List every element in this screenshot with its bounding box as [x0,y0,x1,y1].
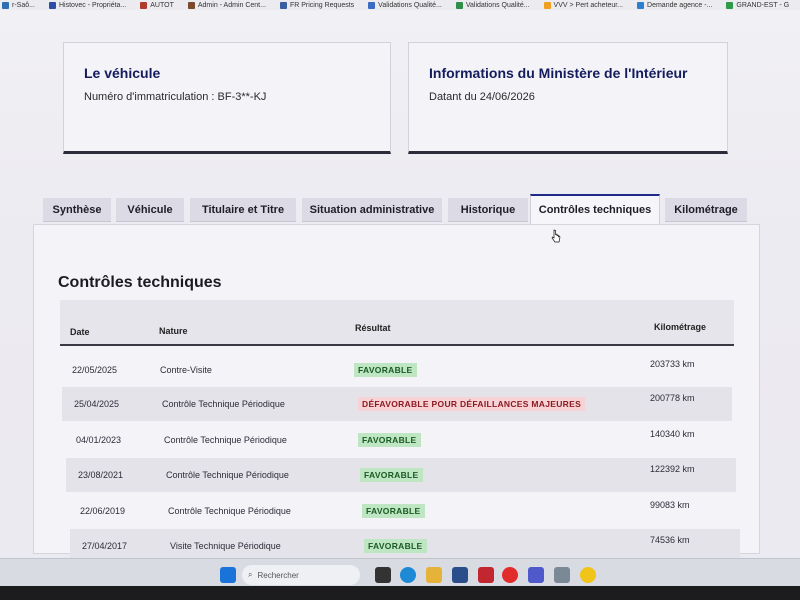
vehicle-plate: Numéro d'immatriculation : BF-3**-KJ [84,91,267,103]
row-nature: Contrôle Technique Périodique [166,470,289,480]
bookmark-favicon-icon [48,1,56,9]
bookmark-label: r-Saô... [12,1,35,9]
windows-start-icon[interactable] [220,567,236,583]
ministry-date: Datant du 24/06/2026 [429,91,535,103]
result-badge: FAVORABLE [364,539,427,553]
chrome-icon[interactable] [580,567,596,583]
row-km: 122392 km [650,464,695,474]
bookmarks-bar: r-Saô... Histovec - Propriéta... AUTOT Admi… [0,0,800,10]
table-header: Date Nature Résultat Kilométrage [60,300,734,346]
bookmark-label: GRAND-EST - G [736,1,790,9]
vehicle-card: Le véhicule Numéro d'immatriculation : B… [63,42,391,154]
bookmark-favicon-icon [187,1,195,9]
taskbar-search[interactable]: ⌕ Rechercher [242,565,360,585]
bookmark-favicon-icon [455,1,463,9]
result-badge: FAVORABLE [362,504,425,518]
bookmark-favicon-icon [2,1,9,9]
column-date: Date [70,327,90,337]
tab-titulaire[interactable]: Titulaire et Titre [190,198,296,222]
column-result: Résultat [355,323,391,333]
ministry-card: Informations du Ministère de l'Intérieur… [408,42,728,154]
store-icon[interactable] [452,567,468,583]
bookmark-label: Admin - Admin Cent... [197,1,266,9]
bookmark-label: AUTOT [150,1,174,9]
row-km: 200778 km [650,393,695,403]
section-title: Contrôles techniques [58,274,222,291]
task-view-icon[interactable] [375,567,391,583]
bookmark-label: FR Pricing Requests [289,1,355,9]
row-date: 27/04/2017 [82,541,128,551]
row-km: 74536 km [650,535,690,545]
result-badge: FAVORABLE [358,433,421,447]
edge-icon[interactable] [400,567,416,583]
row-nature: Contrôle Technique Périodique [162,399,285,409]
search-icon: ⌕ [248,570,253,579]
row-date: 22/06/2019 [80,506,126,516]
bookmark-item[interactable]: r-Saô... [2,1,35,9]
tab-controles-techniques[interactable]: Contrôles techniques [530,194,660,224]
tab-situation-administrative[interactable]: Situation administrative [302,198,442,222]
bookmark-item[interactable]: Admin - Admin Cent... [187,1,266,9]
notification-app-icon[interactable] [478,567,494,583]
row-date: 22/05/2025 [72,365,118,375]
bookmark-item[interactable]: Demande agence -... [637,1,713,9]
row-date: 23/08/2021 [78,470,124,480]
result-badge: FAVORABLE [360,468,423,482]
vehicle-card-title: Le véhicule [84,65,161,81]
column-nature: Nature [159,326,188,336]
bookmark-favicon-icon [726,1,734,9]
bookmark-label: Demande agence -... [647,1,713,9]
bookmark-favicon-icon [140,1,148,9]
row-nature: Contre-Visite [160,365,212,375]
tab-kilometrage[interactable]: Kilométrage [665,198,747,222]
row-nature: Visite Technique Périodique [170,541,281,551]
bookmark-favicon-icon [543,1,551,9]
row-nature: Contrôle Technique Périodique [168,506,291,516]
row-nature: Contrôle Technique Périodique [164,435,287,445]
teams-icon[interactable] [528,567,544,583]
bookmark-favicon-icon [637,1,645,9]
file-explorer-icon[interactable] [426,567,442,583]
bookmark-favicon-icon [368,1,376,9]
bookmark-favicon-icon [279,1,287,9]
row-date: 25/04/2025 [74,399,120,409]
bookmark-label: VVV > Pert acheteur... [553,1,624,9]
bookmark-item[interactable]: Histovec - Propriéta... [48,1,127,9]
table-row: 25/04/2025 Contrôle Technique Périodique D… [62,387,732,421]
column-km: Kilométrage [654,322,707,332]
row-km: 203733 km [650,359,695,369]
table-row: 22/06/2019 Contrôle Technique Périodique F… [68,494,738,528]
result-badge: DÉFAVORABLE POUR DÉFAILLANCES MAJEURES [358,397,586,411]
table-row: 23/08/2021 Contrôle Technique Périodique F… [66,458,736,492]
row-km: 140340 km [650,429,695,439]
bookmark-item[interactable]: Validations Qualité... [455,1,530,9]
ministry-card-title: Informations du Ministère de l'Intérieur [429,65,688,81]
tab-synthese[interactable]: Synthèse [43,198,111,222]
bookmark-label: Validations Qualité... [465,1,530,9]
row-km: 99083 km [650,500,690,510]
table-row: 22/05/2025 Contre-Visite FAVORABLE 203733 k… [60,353,730,387]
bookmark-item[interactable]: Validations Qualité... [368,1,442,9]
row-date: 04/01/2023 [76,435,122,445]
bookmark-item[interactable]: FR Pricing Requests [279,1,355,9]
search-placeholder: Rechercher [257,570,299,580]
result-badge: FAVORABLE [354,363,417,377]
outlook-icon[interactable] [554,567,570,583]
bookmark-label: Histovec - Propriéta... [58,1,127,9]
bookmark-item[interactable]: AUTOT [140,1,174,9]
bookmark-item[interactable]: VVV > Pert acheteur... [543,1,624,9]
monitor-bezel [0,586,800,600]
tab-historique[interactable]: Historique [448,198,528,222]
table-row: 04/01/2023 Contrôle Technique Périodique F… [64,423,734,457]
mouse-cursor-icon [551,229,561,243]
opera-icon[interactable] [502,567,518,583]
bookmark-item[interactable]: GRAND-EST - G [726,1,790,9]
tab-vehicule[interactable]: Véhicule [116,198,184,222]
bookmark-label: Validations Qualité... [378,1,442,9]
